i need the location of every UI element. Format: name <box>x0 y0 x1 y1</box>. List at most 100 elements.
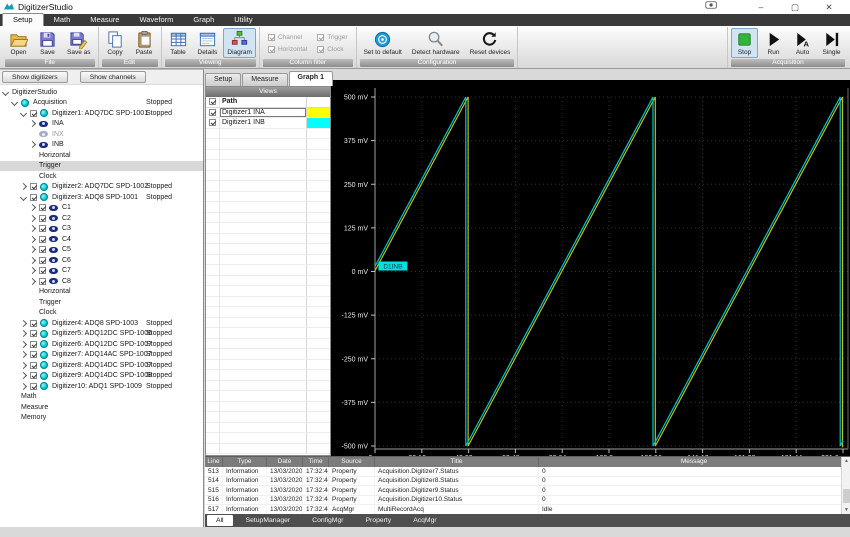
views-row-digitizer1-inb[interactable]: Digitizer1 INB <box>206 118 330 129</box>
checkbox-icon[interactable] <box>39 246 46 253</box>
chevron-right-icon[interactable] <box>20 362 27 369</box>
chevron-right-icon[interactable] <box>29 141 36 148</box>
single-button[interactable]: Single <box>818 28 845 58</box>
trace-color-swatch[interactable] <box>307 118 330 128</box>
checkbox-icon[interactable] <box>39 257 46 264</box>
table-button[interactable]: Table <box>165 28 192 58</box>
trigger-filter-checkbox[interactable]: Trigger <box>317 34 347 41</box>
tree-row-digitizer9-adq14dc-spd-1008[interactable]: Digitizer9: ADQ14DC SPD-1008Stopped <box>0 371 203 382</box>
clock-filter-checkbox[interactable]: Clock <box>317 46 347 53</box>
checkbox-icon[interactable] <box>209 109 216 116</box>
show-digitizers-button[interactable]: Show digitizers <box>2 71 68 83</box>
menu-item-waveform[interactable]: Waveform <box>129 14 183 26</box>
tree-row-clock[interactable]: Clock <box>0 308 203 319</box>
log-tab-acqmgr[interactable]: AcqMgr <box>404 515 445 526</box>
scrollbar-thumb[interactable] <box>843 489 850 503</box>
waveform-graph[interactable]: 500 mV375 mV250 mV125 mV0 mV-125 mV-250 … <box>331 80 850 456</box>
checkbox-icon[interactable] <box>209 119 216 126</box>
tree-row-clock[interactable]: Clock <box>0 171 203 182</box>
checkbox-icon[interactable] <box>30 194 37 201</box>
show-channels-button[interactable]: Show channels <box>80 71 146 83</box>
feedback-icon[interactable] <box>694 0 728 14</box>
tab-measure[interactable]: Measure <box>242 73 287 86</box>
checkbox-icon[interactable] <box>30 183 37 190</box>
auto-button[interactable]: AAuto <box>789 28 816 58</box>
tree-row-c8[interactable]: C8 <box>0 276 203 287</box>
reset-devices-button[interactable]: Reset devices <box>466 28 515 58</box>
checkbox-icon[interactable] <box>39 236 46 243</box>
tree-row-digitizer1-adq7dc-spd-1001[interactable]: Digitizer1: ADQ7DC SPD-1001Stopped <box>0 108 203 119</box>
chevron-down-icon[interactable] <box>20 194 27 201</box>
tree-row-trigger[interactable]: Trigger <box>0 161 203 172</box>
tree-row-horizontal[interactable]: Horizontal <box>0 150 203 161</box>
close-button[interactable]: ✕ <box>812 0 846 14</box>
tree-row-math[interactable]: Math <box>0 392 203 403</box>
tree-row-ina[interactable]: INA <box>0 119 203 130</box>
trace-path-cell[interactable]: Digitizer1 INB <box>219 118 307 128</box>
checkbox-icon[interactable] <box>30 351 37 358</box>
checkbox-icon[interactable] <box>30 330 37 337</box>
chevron-right-icon[interactable] <box>29 236 36 243</box>
checkbox-icon[interactable] <box>30 362 37 369</box>
chevron-right-icon[interactable] <box>29 225 36 232</box>
tree-row-c5[interactable]: C5 <box>0 245 203 256</box>
select-all-checkbox[interactable] <box>209 98 216 105</box>
tab-setup[interactable]: Setup <box>205 73 241 86</box>
views-row-digitizer1-ina[interactable]: Digitizer1 INA <box>206 108 330 119</box>
tab-graph-1[interactable]: Graph 1 <box>289 71 333 86</box>
tree-row-c6[interactable]: C6 <box>0 255 203 266</box>
tree-row-digitizer4-adq8-spd-1003[interactable]: Digitizer4: ADQ8 SPD-1003Stopped <box>0 318 203 329</box>
channel-filter-checkbox[interactable]: Channel <box>268 34 307 41</box>
chevron-right-icon[interactable] <box>20 341 27 348</box>
chevron-right-icon[interactable] <box>20 183 27 190</box>
chevron-right-icon[interactable] <box>29 120 36 127</box>
tree-row-trigger[interactable]: Trigger <box>0 297 203 308</box>
chevron-down-icon[interactable] <box>11 99 18 106</box>
log-tab-property[interactable]: Property <box>357 515 401 526</box>
minimize-button[interactable]: – <box>744 0 778 14</box>
menu-item-math[interactable]: Math <box>44 14 81 26</box>
checkbox-icon[interactable] <box>39 204 46 211</box>
run-button[interactable]: Run <box>760 28 787 58</box>
menu-item-utility[interactable]: Utility <box>224 14 262 26</box>
maximize-button[interactable]: ▢ <box>778 0 812 14</box>
checkbox-icon[interactable] <box>39 215 46 222</box>
tree-row-digitizer8-adq14dc-spd-1007[interactable]: Digitizer8: ADQ14DC SPD-1007Stopped <box>0 360 203 371</box>
log-tab-all[interactable]: All <box>207 515 233 526</box>
chevron-right-icon[interactable] <box>29 204 36 211</box>
trace-color-swatch[interactable] <box>307 108 330 118</box>
scroll-down-icon[interactable]: ▼ <box>842 506 850 514</box>
tree-row-c4[interactable]: C4 <box>0 234 203 245</box>
log-tab-configmgr[interactable]: ConfigMgr <box>303 515 352 526</box>
tree-row-acquisition[interactable]: AcquisitionStopped <box>0 98 203 109</box>
tree-row-digitizer10-adq1-spd-1009[interactable]: Digitizer10: ADQ1 SPD-1009Stopped <box>0 381 203 392</box>
tree-row-digitizer2-adq7dc-spd-1002[interactable]: Digitizer2: ADQ7DC SPD-1002Stopped <box>0 182 203 193</box>
scroll-up-icon[interactable]: ▲ <box>842 457 850 465</box>
log-column-date[interactable]: Date <box>267 457 303 467</box>
paste-button[interactable]: Paste <box>131 28 158 58</box>
log-column-line[interactable]: Line <box>205 457 223 467</box>
tree-row-c7[interactable]: C7 <box>0 266 203 277</box>
log-tab-setupmanager[interactable]: SetupManager <box>237 515 300 526</box>
chevron-right-icon[interactable] <box>20 320 27 327</box>
log-scrollbar[interactable]: ▲ ▼ <box>841 457 850 514</box>
tree-row-c3[interactable]: C3 <box>0 224 203 235</box>
chevron-right-icon[interactable] <box>29 267 36 274</box>
chevron-right-icon[interactable] <box>29 257 36 264</box>
save-as-button[interactable]: Save as <box>63 28 95 58</box>
menu-item-setup[interactable]: Setup <box>2 13 44 26</box>
chevron-right-icon[interactable] <box>29 278 36 285</box>
tree-row-digitizer7-adq14ac-spd-1007[interactable]: Digitizer7: ADQ14AC SPD-1007Stopped <box>0 350 203 361</box>
checkbox-icon[interactable] <box>30 341 37 348</box>
save-button[interactable]: Save <box>34 28 61 58</box>
menu-item-graph[interactable]: Graph <box>183 14 224 26</box>
tree-row-memory[interactable]: Memory <box>0 413 203 424</box>
log-column-title[interactable]: Title <box>375 457 539 467</box>
details-button[interactable]: Details <box>194 28 222 58</box>
open-button[interactable]: Open <box>5 28 32 58</box>
chevron-right-icon[interactable] <box>20 351 27 358</box>
checkbox-icon[interactable] <box>30 383 37 390</box>
log-column-type[interactable]: Type <box>223 457 267 467</box>
chevron-right-icon[interactable] <box>20 383 27 390</box>
chevron-right-icon[interactable] <box>29 215 36 222</box>
